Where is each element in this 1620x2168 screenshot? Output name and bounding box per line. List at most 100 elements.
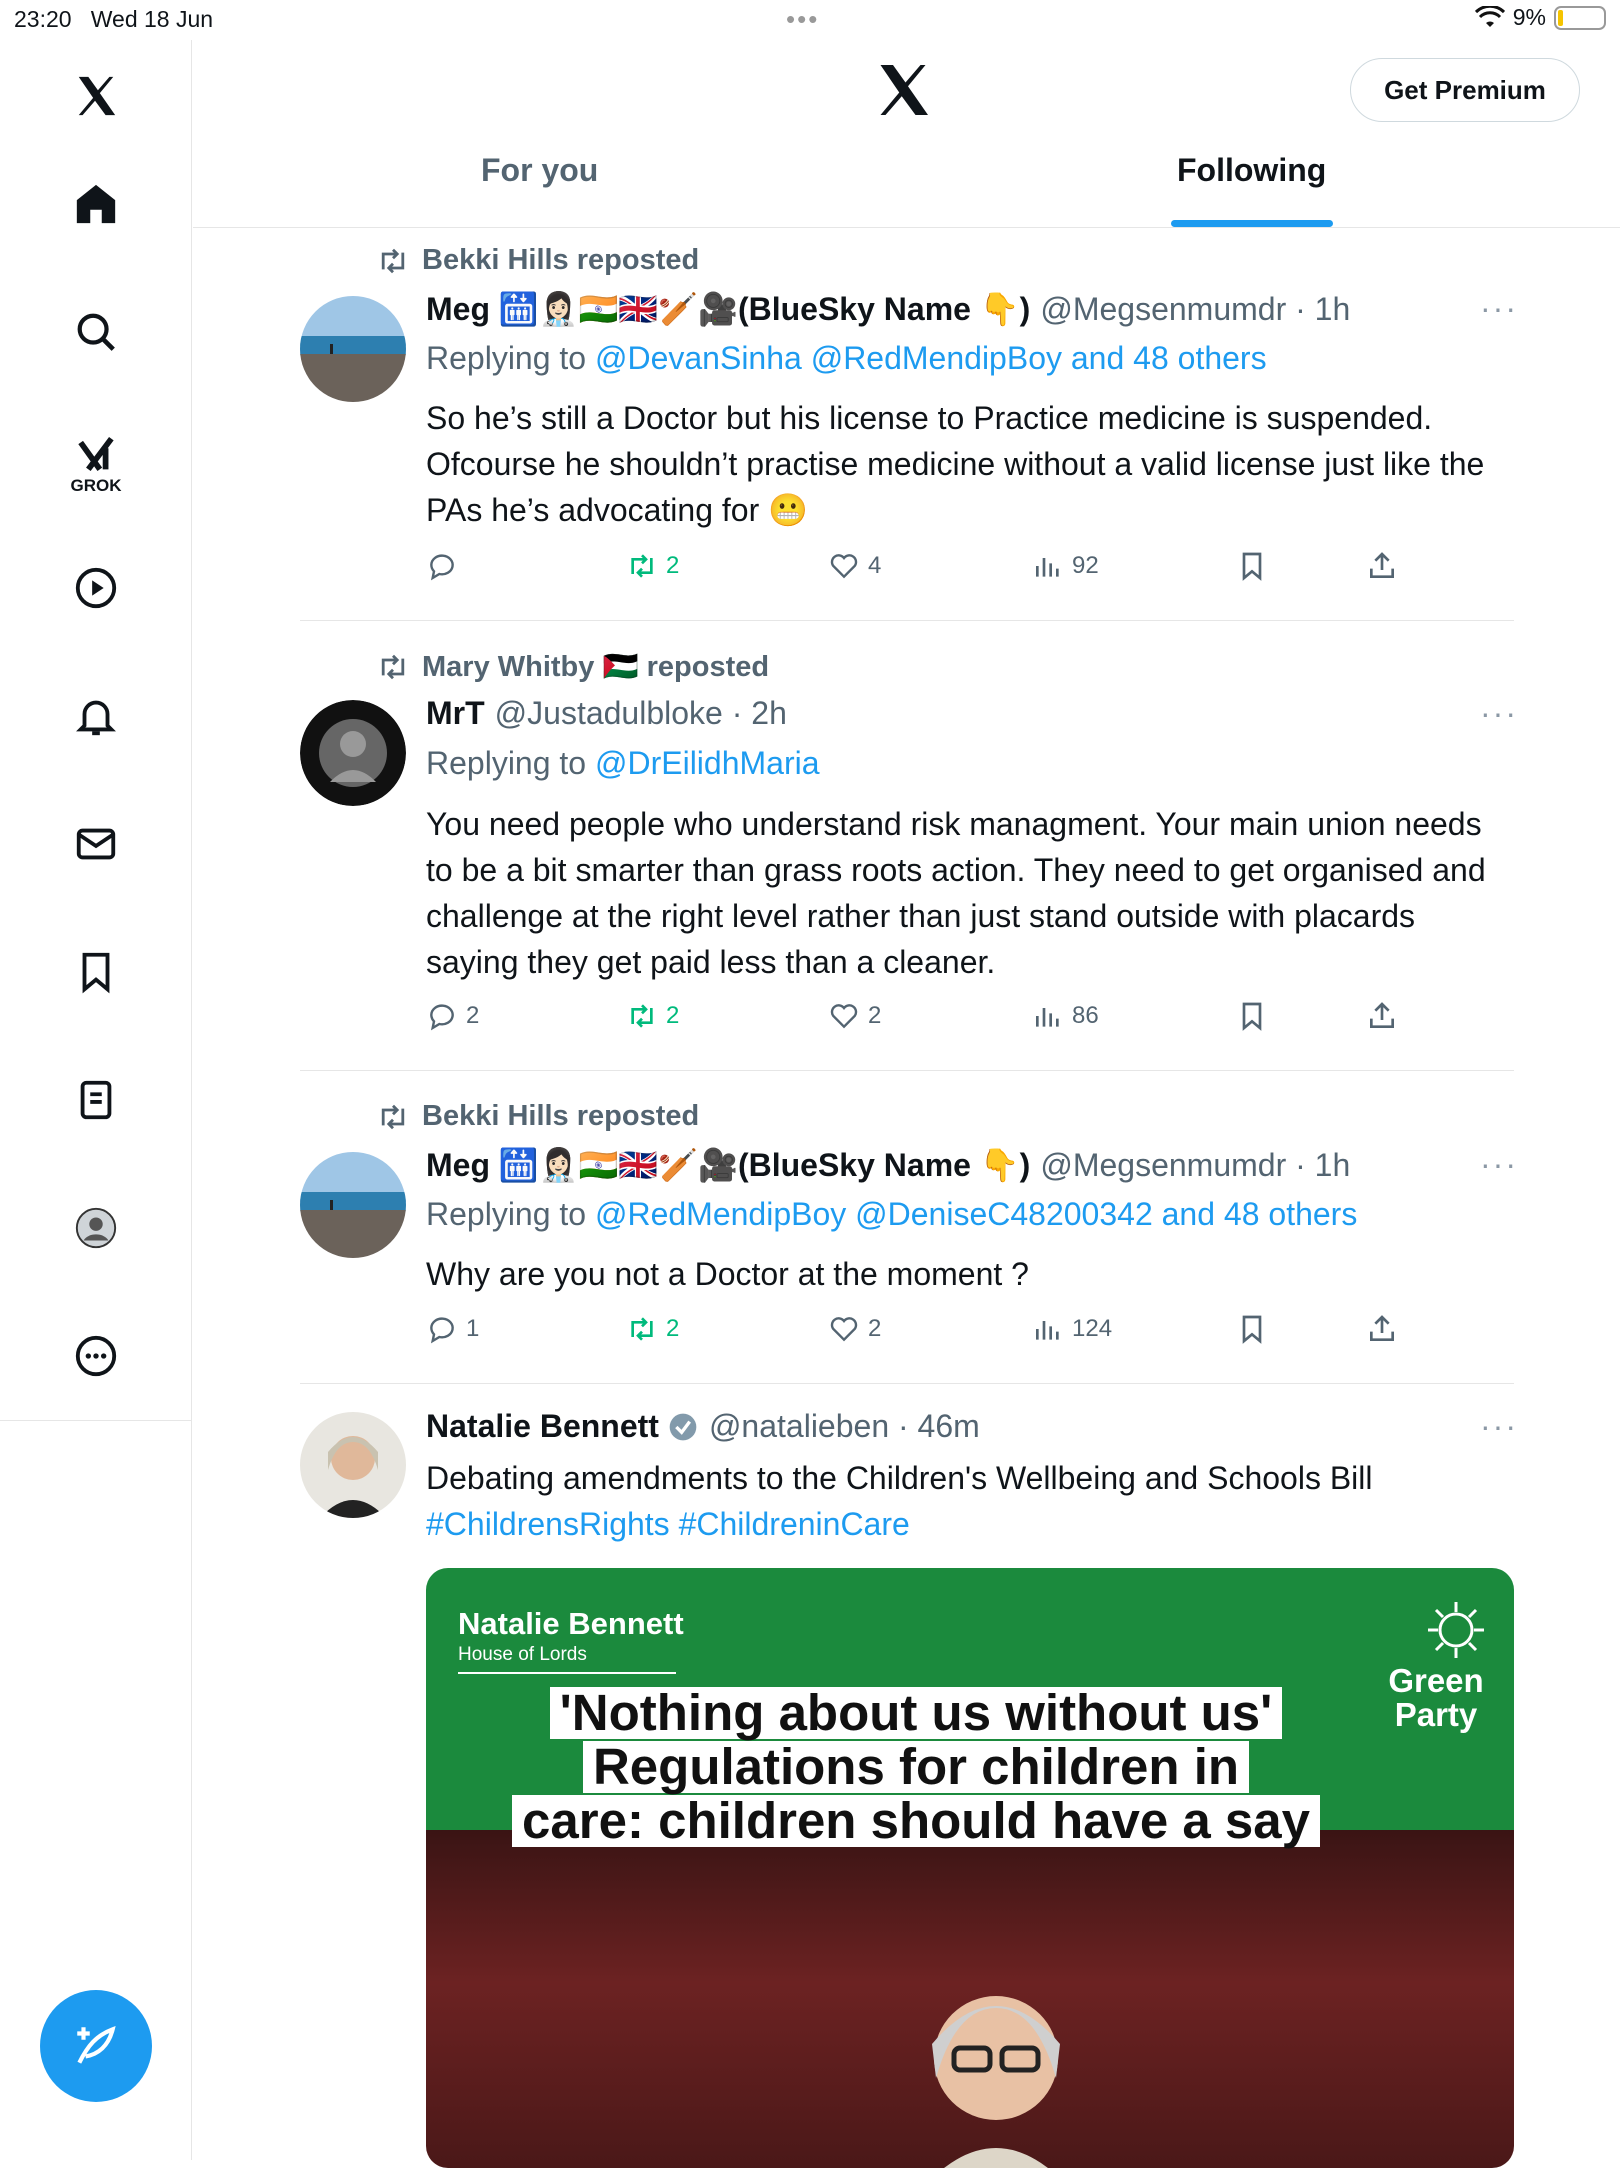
bookmarks-icon[interactable] [62,938,130,1006]
speaker-figure [932,1996,1060,2168]
repost-icon [381,1104,405,1129]
repost-context: Bekki Hills reposted [376,1100,699,1133]
more-icon[interactable] [62,1322,130,1390]
bookmark-button[interactable] [1236,1313,1268,1345]
reply-icon [430,1317,454,1344]
status-bar: 23:20 Wed 18 Jun ••• 9% [0,0,1620,40]
handle[interactable]: @Justadulbloke · 2h [495,695,787,732]
like-button[interactable]: 4 [828,550,881,582]
search-icon[interactable] [62,298,130,366]
reply-button[interactable] [426,550,466,582]
repost-button[interactable]: 2 [626,1313,679,1345]
headline-line: care: children should have a say [512,1795,1320,1847]
tweet-divider [300,1070,1514,1071]
status-right: 9% [1474,4,1606,31]
repost-button[interactable]: 2 [626,550,679,582]
tweet-text: So he’s still a Doctor but his license t… [426,400,1485,528]
replying-to-links[interactable]: @DrEilidhMaria [595,745,820,781]
verified-badge-icon [669,1413,697,1440]
reply-button[interactable]: 2 [426,1000,479,1032]
green-party-logo-icon [1428,1602,1484,1658]
share-button[interactable] [1366,1000,1398,1032]
reply-button[interactable]: 1 [426,1313,479,1345]
replying-to: Replying to @DrEilidhMaria [426,745,820,781]
profile-icon[interactable] [62,1194,130,1262]
display-name[interactable]: Natalie Bennett [426,1408,659,1445]
handle[interactable]: @Megsenmumdr · 1h [1040,1147,1350,1184]
media-speaker-name: Natalie Bennett [458,1606,684,1641]
tweet-header: Meg 🛗👩🏻‍⚕️🇮🇳🇬🇧🏏🎥(BlueSky Name 👇) @Megsen… [426,290,1350,328]
more-options-icon[interactable]: ··· [1480,695,1518,732]
battery-percent: 9% [1512,4,1546,30]
heart-icon [830,554,858,579]
avatar[interactable] [300,700,406,806]
share-button[interactable] [1366,550,1398,582]
status-time: 23:20 Wed 18 Jun [14,6,214,32]
get-premium-button[interactable]: Get Premium [1350,58,1580,122]
share-icon [1370,1002,1394,1028]
replying-to-links[interactable]: @DevanSinha @RedMendipBoy and 48 others [595,340,1267,376]
notifications-icon[interactable] [62,682,130,750]
home-icon[interactable] [62,170,130,238]
display-name[interactable]: Meg 🛗👩🏻‍⚕️🇮🇳🇬🇧🏏🎥(BlueSky Name 👇) [426,1146,1030,1184]
tab-for-you[interactable]: For you [481,152,598,189]
repost-icon [381,654,405,680]
handle[interactable]: @Megsenmumdr · 1h [1040,291,1350,328]
reply-icon [430,554,454,581]
video-media[interactable]: Natalie Bennett House of Lords Green Par… [426,1568,1514,2168]
display-name[interactable]: Meg 🛗👩🏻‍⚕️🇮🇳🇬🇧🏏🎥(BlueSky Name 👇) [426,290,1030,328]
heart-icon [830,1317,858,1342]
tweet-text-line: Debating amendments to the Children's We… [426,1460,1373,1496]
reposted-by-text[interactable]: Bekki Hills reposted [422,1100,699,1133]
handle[interactable]: @natalieben · 46m [709,1408,980,1445]
views-button[interactable]: 92 [1032,550,1099,582]
compose-button[interactable] [40,1990,152,2102]
wifi-icon [1474,5,1505,27]
share-button[interactable] [1366,1313,1398,1345]
headline-line: Regulations for children in [582,1741,1250,1793]
repost-button[interactable]: 2 [626,1000,679,1032]
tab-following[interactable]: Following [1177,152,1326,189]
tweet-actions: 2 2 2 86 [426,1000,1426,1040]
bookmark-button[interactable] [1236,550,1268,582]
more-options-icon[interactable]: ··· [1480,290,1518,327]
grok-label: GROK [70,476,122,495]
replying-to-links[interactable]: @RedMendipBoy @DeniseC48200342 and 48 ot… [595,1196,1357,1232]
more-options-icon[interactable]: ··· [1480,1146,1518,1183]
tweet-text: Debating amendments to the Children's We… [426,1455,1516,1547]
tweet-actions: 2 4 92 [426,550,1426,590]
more-options-icon[interactable]: ··· [1480,1408,1518,1445]
video-icon[interactable] [62,554,130,622]
tweet-header: Natalie Bennett @natalieben · 46m [426,1408,980,1445]
tweet-text: You need people who understand risk mana… [426,806,1486,980]
avatar[interactable] [300,296,406,402]
reposted-by-text[interactable]: Mary Whitby 🇵🇸 reposted [422,650,769,684]
media-speaker-title: House of Lords [458,1644,587,1665]
share-icon [1370,1315,1394,1341]
avatar[interactable] [300,1152,406,1258]
avatar[interactable] [300,1412,406,1518]
reposted-by-text[interactable]: Bekki Hills reposted [422,244,699,277]
x-logo-icon[interactable] [873,60,933,120]
display-name[interactable]: MrT [426,695,485,732]
like-button[interactable]: 2 [828,1000,881,1032]
views-icon [1036,558,1059,577]
timeline-header: Get Premium For you Following [193,40,1620,228]
bookmark-button[interactable] [1236,1000,1268,1032]
tweet-actions: 1 2 2 124 [426,1313,1426,1353]
like-button[interactable]: 2 [828,1313,881,1345]
lists-icon[interactable] [62,1066,130,1134]
tweet-text: Why are you not a Doctor at the moment ? [426,1256,1029,1292]
tweet-header: MrT @Justadulbloke · 2h [426,695,787,732]
x-logo-icon[interactable] [62,62,130,130]
views-icon [1036,1008,1059,1027]
messages-icon[interactable] [62,810,130,878]
views-button[interactable]: 124 [1032,1313,1112,1345]
views-button[interactable]: 86 [1032,1000,1099,1032]
hashtags[interactable]: #ChildrensRights #ChildreninCare [426,1501,1516,1547]
headline-line: 'Nothing about us without us' [549,1687,1283,1739]
multitasking-dots[interactable]: ••• [786,4,819,35]
active-tab-indicator [1171,220,1333,227]
bookmark-icon [1242,1002,1262,1031]
share-icon [1370,552,1394,578]
